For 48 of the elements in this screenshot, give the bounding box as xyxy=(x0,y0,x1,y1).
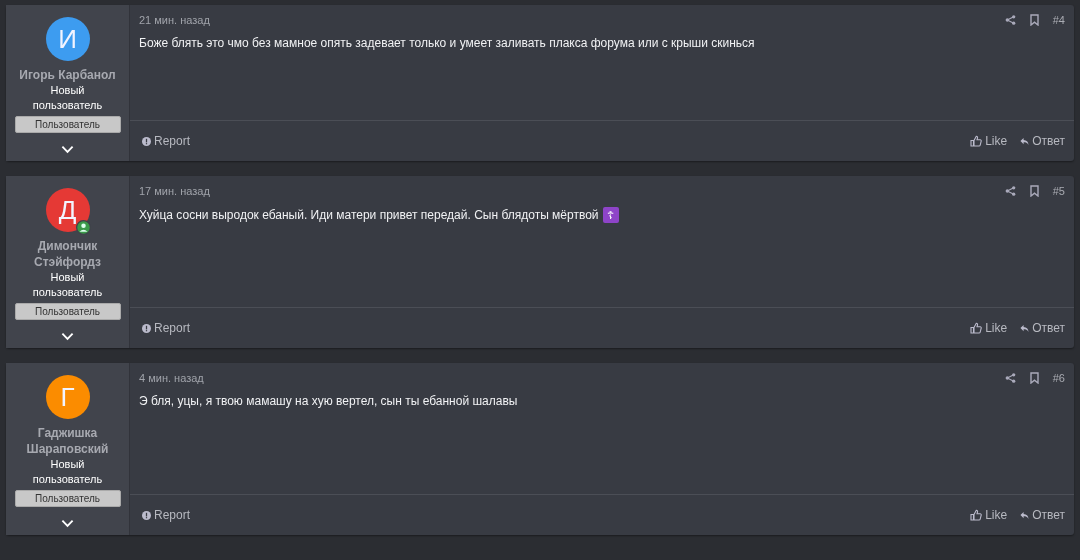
like-button[interactable]: Like xyxy=(970,321,1008,335)
thumbs-up-icon xyxy=(970,322,983,334)
bookmark-icon[interactable] xyxy=(1028,372,1040,384)
user-title: Новый пользователь xyxy=(31,457,104,487)
post-time[interactable]: 21 мин. назад xyxy=(139,14,210,26)
share-icon[interactable] xyxy=(1004,14,1016,26)
post-text: Боже блять это чмо без мамное опять задевает только и умеет заливать плакса форума или с крыши скинься xyxy=(139,36,755,50)
exclamation-circle-icon xyxy=(142,323,151,333)
like-button[interactable]: Like xyxy=(970,508,1008,522)
username-link[interactable]: Димончик Стэйфордз xyxy=(6,238,129,270)
user-badge: Пользователь xyxy=(14,490,121,507)
reply-button[interactable]: Ответ xyxy=(1020,508,1065,522)
post-text: Хуйца сосни выродок ебаный. Иди матери привет передай. Сын блядоты мёртвой xyxy=(139,208,599,222)
like-button[interactable]: Like xyxy=(970,134,1008,148)
user-badge: Пользователь xyxy=(14,116,121,133)
thumbs-up-icon xyxy=(970,135,983,147)
post-number-link[interactable]: #6 xyxy=(1052,372,1065,384)
username-link[interactable]: Игорь Карбанол xyxy=(11,67,124,83)
bookmark-icon[interactable] xyxy=(1028,14,1040,26)
chevron-down-icon[interactable] xyxy=(61,519,74,528)
bookmark-icon[interactable] xyxy=(1028,185,1040,197)
report-link[interactable]: Report xyxy=(142,134,191,148)
exclamation-circle-icon xyxy=(142,136,151,146)
share-icon[interactable] xyxy=(1004,185,1016,197)
chevron-down-icon[interactable] xyxy=(61,145,74,154)
post-number-link[interactable]: #4 xyxy=(1052,14,1065,26)
reply-button[interactable]: Ответ xyxy=(1020,134,1065,148)
reply-arrow-icon xyxy=(1020,136,1030,146)
avatar[interactable]: И xyxy=(45,17,90,61)
report-link[interactable]: Report xyxy=(142,321,191,335)
orthodox-cross-emoji: ☦ xyxy=(602,207,619,223)
reply-arrow-icon xyxy=(1020,510,1030,520)
exclamation-circle-icon xyxy=(142,510,151,520)
user-title: Новый пользователь xyxy=(31,83,104,113)
post-time[interactable]: 4 мин. назад xyxy=(139,372,204,384)
chevron-down-icon[interactable] xyxy=(61,332,74,341)
avatar[interactable]: Д xyxy=(45,188,90,232)
post-number-link[interactable]: #5 xyxy=(1052,185,1065,197)
post-text: Э бля, уцы, я твою мамашу на хую вертел, сын ты ебанной шалавы xyxy=(139,394,518,408)
thumbs-up-icon xyxy=(970,509,983,521)
share-icon[interactable] xyxy=(1004,372,1016,384)
username-link[interactable]: Гаджишка Шараповский xyxy=(6,425,129,457)
report-link[interactable]: Report xyxy=(142,508,191,522)
user-badge: Пользователь xyxy=(14,303,121,320)
user-title: Новый пользователь xyxy=(31,270,104,300)
reply-button[interactable]: Ответ xyxy=(1020,321,1065,335)
reply-arrow-icon xyxy=(1020,323,1030,333)
post-time[interactable]: 17 мин. назад xyxy=(139,185,210,197)
